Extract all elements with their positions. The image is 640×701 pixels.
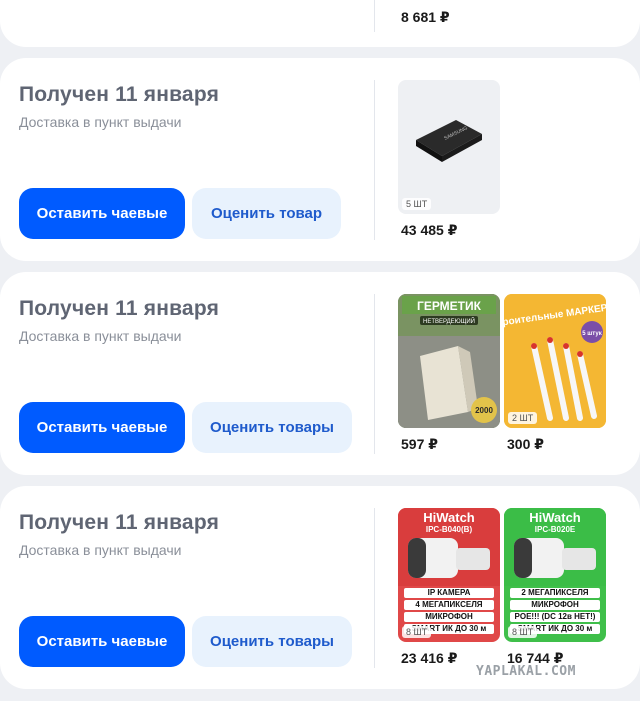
item-quantity: 8 ШТ	[402, 626, 432, 638]
item-price: 300 ₽	[507, 436, 544, 452]
product-brand: HiWatch	[423, 510, 475, 525]
product-badge: 2000	[475, 406, 493, 415]
product-sublabel: НЕТВЕРДЕЮЩИЙ	[423, 317, 475, 325]
product-feature: МИКРОФОН	[510, 600, 600, 610]
sealant-box-icon: ГЕРМЕТИК НЕТВЕРДЕЮЩИЙ 2000	[398, 294, 500, 428]
order-status: Получен 11 января	[19, 297, 220, 320]
camera-icon: HiWatch IPC-B020E	[504, 508, 606, 586]
delivery-method: Доставка в пункт выдачи	[19, 114, 182, 130]
leave-tip-button[interactable]: Оставить чаевые	[19, 188, 185, 239]
order-status: Получен 11 января	[19, 83, 220, 106]
order-card: Получен 11 января Доставка в пункт выдач…	[0, 58, 640, 261]
product-thumbnail[interactable]: строительные МАРКЕРЫ 5 штук 2 ШТ	[504, 294, 606, 428]
product-label: ГЕРМЕТИК	[417, 299, 482, 313]
leave-tip-button[interactable]: Оставить чаевые	[19, 402, 185, 453]
ssd-drive-icon: SAMSUNG	[416, 120, 482, 162]
order-card-top: 8 681 ₽	[0, 0, 640, 47]
product-badge: 5 штук	[582, 331, 601, 337]
order-status: Получен 11 января	[19, 511, 220, 534]
product-feature: POE!!! (DC 12в НЕТ!)	[510, 612, 600, 622]
item-quantity: 5 ШТ	[402, 198, 432, 210]
product-thumbnail[interactable]: HiWatch IPC-B040(B) IP КАМЕРА 4 МЕГАПИКС…	[398, 508, 500, 642]
card-divider	[374, 0, 375, 32]
camera-icon: HiWatch IPC-B040(B)	[398, 508, 500, 586]
product-model: IPC-B040(B)	[426, 525, 473, 534]
product-feature: 2 МЕГАПИКСЕЛЯ	[510, 588, 600, 598]
delivery-method: Доставка в пункт выдачи	[19, 328, 182, 344]
item-price: 23 416 ₽	[401, 650, 458, 666]
product-feature: IP КАМЕРА	[404, 588, 494, 598]
rate-products-button[interactable]: Оценить товары	[192, 402, 352, 453]
delivery-method: Доставка в пункт выдачи	[19, 542, 182, 558]
leave-tip-button[interactable]: Оставить чаевые	[19, 616, 185, 667]
order-card: Получен 11 января Доставка в пункт выдач…	[0, 486, 640, 689]
product-thumbnail[interactable]: HiWatch IPC-B020E 2 МЕГАПИКСЕЛЯ МИКРОФОН…	[504, 508, 606, 642]
product-brand: HiWatch	[529, 510, 581, 525]
item-quantity: 2 ШТ	[508, 412, 538, 424]
item-quantity: 8 ШТ	[508, 626, 538, 638]
item-price: 43 485 ₽	[401, 222, 458, 238]
card-divider	[374, 294, 375, 454]
card-divider	[374, 80, 375, 240]
order-card: Получен 11 января Доставка в пункт выдач…	[0, 272, 640, 475]
rate-products-button[interactable]: Оценить товары	[192, 616, 352, 667]
card-divider	[374, 508, 375, 668]
markers-icon: строительные МАРКЕРЫ 5 штук	[504, 294, 606, 428]
item-price: 8 681 ₽	[401, 9, 450, 25]
product-thumbnail[interactable]: SAMSUNG 5 ШТ	[398, 80, 500, 214]
watermark: YAPLAKAL.COM	[476, 664, 576, 679]
product-feature: 4 МЕГАПИКСЕЛЯ	[404, 600, 494, 610]
product-feature: МИКРОФОН	[404, 612, 494, 622]
product-thumbnail[interactable]: ГЕРМЕТИК НЕТВЕРДЕЮЩИЙ 2000	[398, 294, 500, 428]
item-price: 597 ₽	[401, 436, 438, 452]
rate-product-button[interactable]: Оценить товар	[192, 188, 341, 239]
product-model: IPC-B020E	[535, 525, 576, 534]
